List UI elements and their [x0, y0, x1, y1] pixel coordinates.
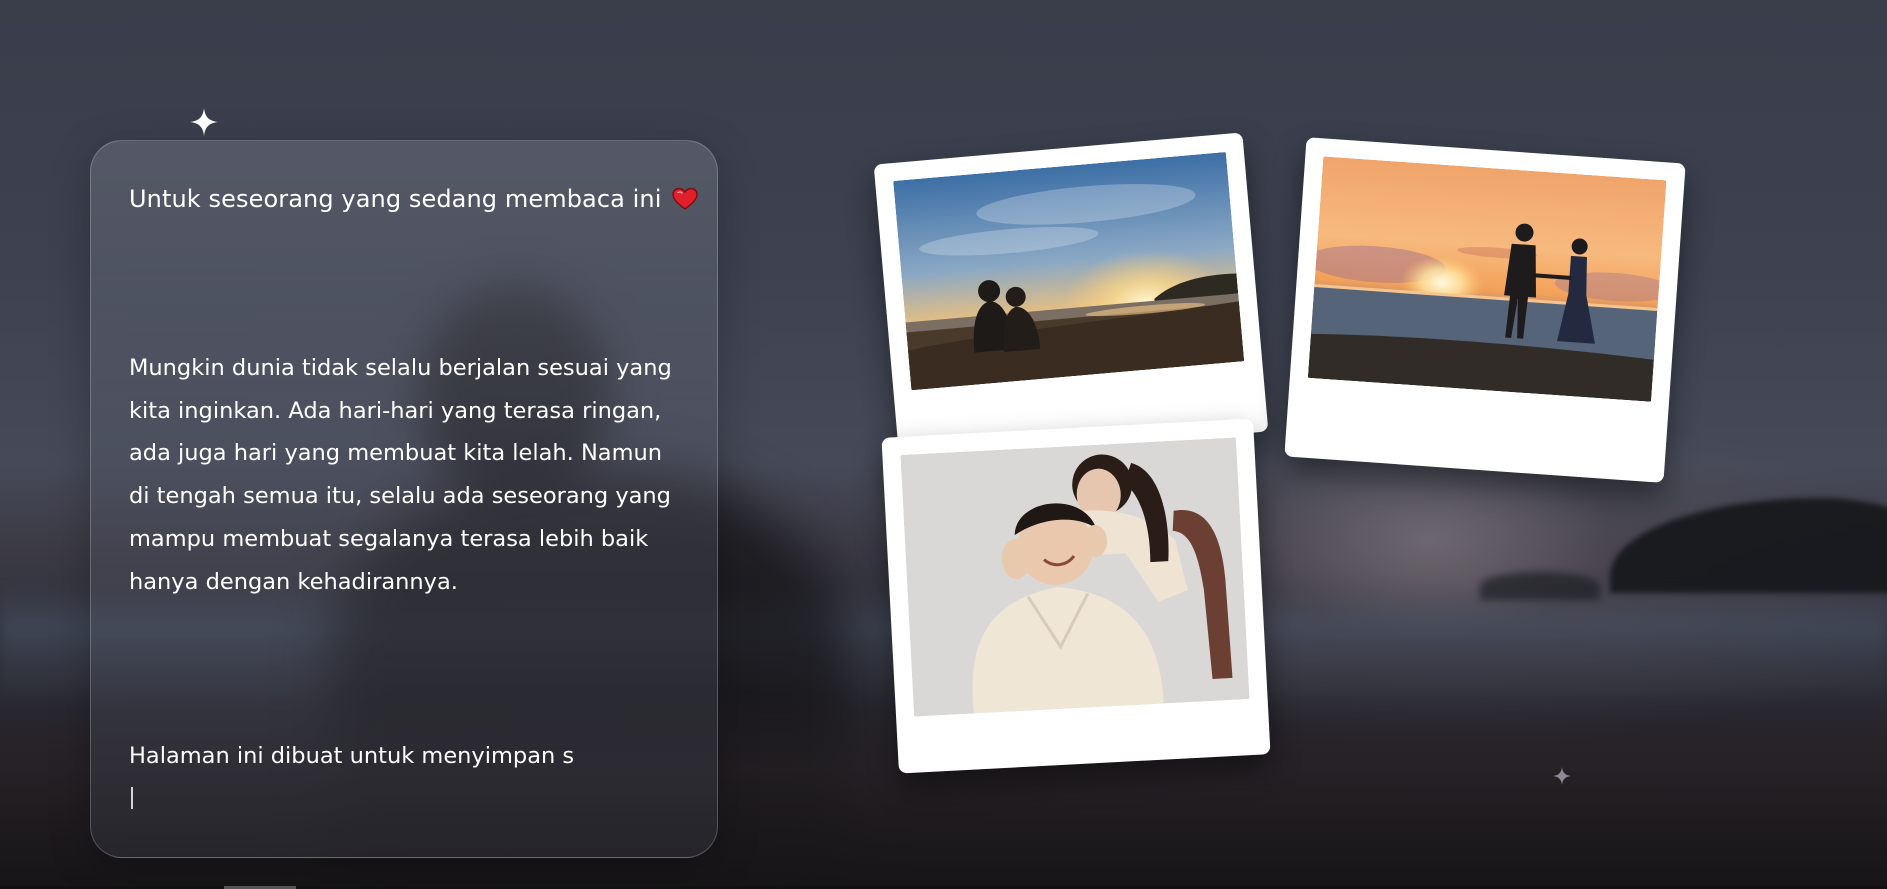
polaroid-photo-3[interactable]: [881, 418, 1271, 774]
distant-island: [1480, 572, 1600, 600]
letter-body: Mungkin dunia tidak selalu berjalan sesu…: [129, 355, 672, 595]
letter-title: Untuk seseorang yang sedang membaca ini: [129, 185, 698, 213]
letter-title-text: Untuk seseorang yang sedang membaca ini: [129, 185, 662, 213]
typing-cursor: [131, 787, 133, 809]
polaroid-photo-2[interactable]: [1284, 137, 1686, 483]
headland-silhouette: [1610, 498, 1887, 593]
letter-card: Untuk seseorang yang sedang membaca ini …: [90, 140, 718, 858]
typing-text: Halaman ini dibuat untuk menyimpan s: [129, 743, 575, 769]
love-letter-page: Untuk seseorang yang sedang membaca ini …: [0, 0, 1887, 889]
red-heart-icon: [671, 187, 698, 210]
photo-smiling-couple: [900, 437, 1250, 717]
sparkle-icon: [190, 108, 218, 136]
photo-couple-sitting-sunset: [893, 151, 1245, 391]
polaroid-photo-1[interactable]: [873, 132, 1269, 464]
sparkle-icon: [1553, 767, 1571, 785]
photo-couple-holding-hands: [1307, 156, 1667, 402]
